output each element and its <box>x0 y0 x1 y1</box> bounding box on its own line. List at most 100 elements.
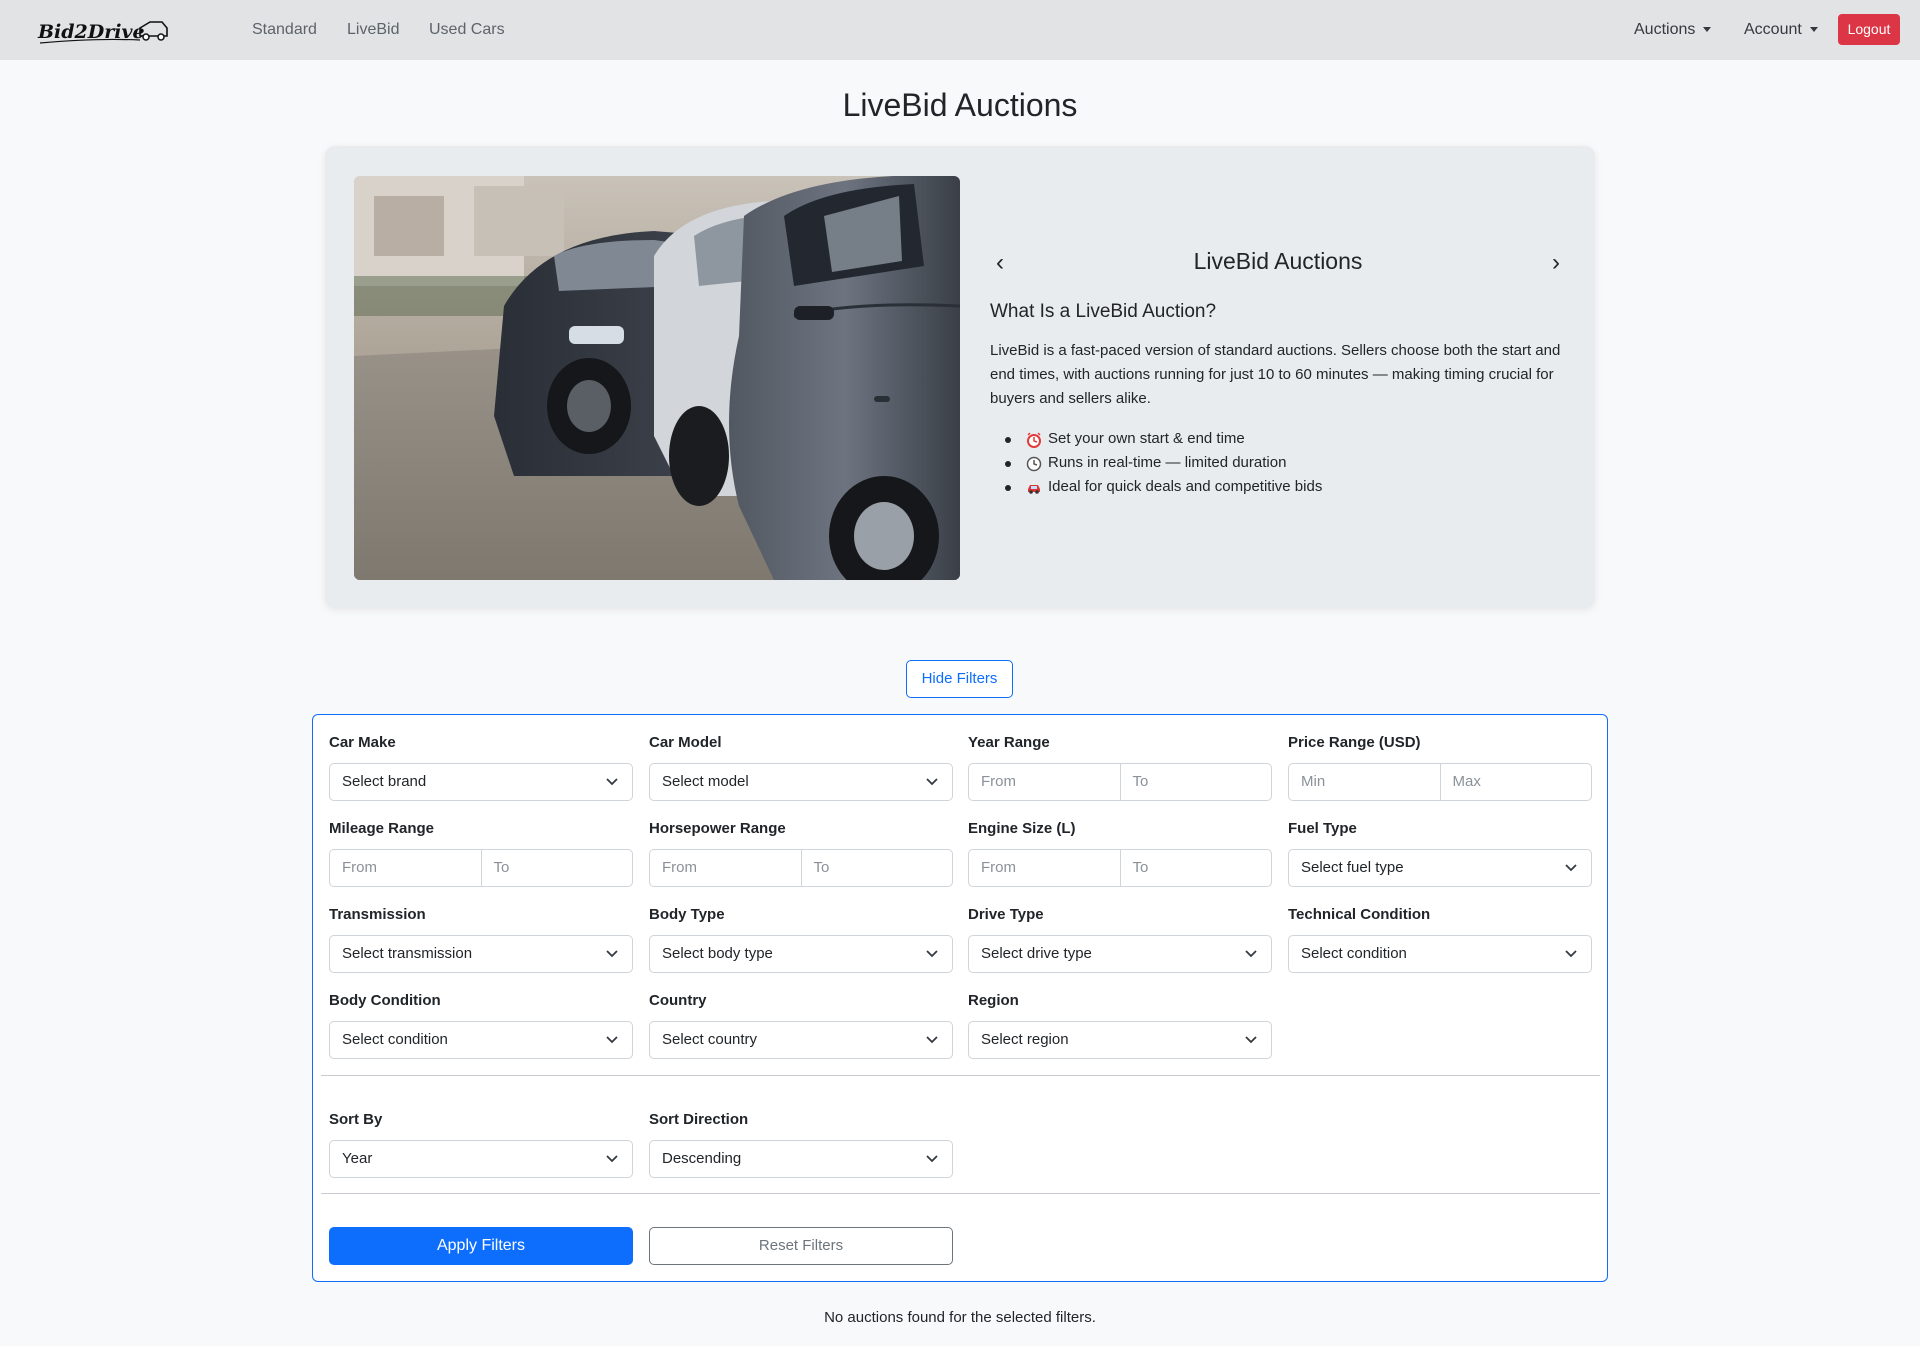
top-navbar: Bid2Drive Standard LiveBid Used Cars Auc… <box>0 0 1920 60</box>
chevron-down-icon <box>606 950 618 958</box>
engine-to-input[interactable]: To <box>1119 850 1272 886</box>
logout-button[interactable]: Logout <box>1838 14 1900 45</box>
mileage-to-input[interactable]: To <box>480 850 633 886</box>
auctions-dropdown-label: Auctions <box>1634 21 1696 38</box>
fuel-type-label: Fuel Type <box>1288 820 1357 837</box>
year-range-inputs: From To <box>968 763 1272 801</box>
country-value: Select country <box>662 1031 758 1048</box>
bid2drive-logo[interactable]: Bid2Drive <box>36 14 170 48</box>
list-item: Set your own start & end time <box>990 427 1322 451</box>
transmission-label: Transmission <box>329 906 426 923</box>
fuel-type-value: Select fuel type <box>1301 859 1404 876</box>
list-item: Runs in real-time — limited duration <box>990 451 1322 475</box>
account-dropdown[interactable]: Account <box>1744 20 1818 40</box>
caret-down-icon <box>1703 27 1712 33</box>
engine-size-label: Engine Size (L) <box>968 820 1076 837</box>
body-type-label: Body Type <box>649 906 725 923</box>
sort-by-label: Sort By <box>329 1111 383 1128</box>
year-range-label: Year Range <box>968 734 1050 751</box>
body-type-select[interactable]: Select body type <box>649 935 953 973</box>
hero-bullet-list: Set your own start & end time Runs in re… <box>990 427 1322 499</box>
chevron-down-icon <box>606 778 618 786</box>
technical-condition-select[interactable]: Select condition <box>1288 935 1592 973</box>
caret-down-icon <box>1809 27 1818 33</box>
mileage-from-input[interactable]: From <box>330 850 481 886</box>
horsepower-from-input[interactable]: From <box>650 850 801 886</box>
bullet-text: Ideal for quick deals and competitive bi… <box>1048 478 1323 495</box>
price-range-label: Price Range (USD) <box>1288 734 1421 751</box>
region-label: Region <box>968 992 1019 1009</box>
apply-filters-button[interactable]: Apply Filters <box>329 1227 633 1265</box>
country-select[interactable]: Select country <box>649 1021 953 1059</box>
bullet-text: Set your own start & end time <box>1048 430 1245 447</box>
drive-type-label: Drive Type <box>968 906 1044 923</box>
country-label: Country <box>649 992 707 1009</box>
car-model-select[interactable]: Select model <box>649 763 953 801</box>
chevron-down-icon <box>606 1155 618 1163</box>
car-make-label: Car Make <box>329 734 396 751</box>
body-condition-select[interactable]: Select condition <box>329 1021 633 1059</box>
car-icon <box>1028 485 1040 494</box>
nav-link-used-cars[interactable]: Used Cars <box>429 20 505 40</box>
chevron-down-icon <box>926 778 938 786</box>
chevron-down-icon <box>926 1036 938 1044</box>
car-make-select[interactable]: Select brand <box>329 763 633 801</box>
nav-link-standard[interactable]: Standard <box>252 20 317 40</box>
horsepower-range-label: Horsepower Range <box>649 820 786 837</box>
engine-size-inputs: From To <box>968 849 1272 887</box>
transmission-value: Select transmission <box>342 945 473 962</box>
page-title: LiveBid Auctions <box>842 87 1078 123</box>
parked-cars-image <box>354 176 960 580</box>
transmission-select[interactable]: Select transmission <box>329 935 633 973</box>
sort-by-select[interactable]: Year <box>329 1140 633 1178</box>
mileage-range-inputs: From To <box>329 849 633 887</box>
chevron-down-icon <box>606 1036 618 1044</box>
body-condition-label: Body Condition <box>329 992 441 1009</box>
engine-from-input[interactable]: From <box>969 850 1120 886</box>
drive-type-select[interactable]: Select drive type <box>968 935 1272 973</box>
year-to-input[interactable]: To <box>1119 764 1272 800</box>
drive-type-value: Select drive type <box>981 945 1092 962</box>
auctions-dropdown[interactable]: Auctions <box>1634 20 1712 40</box>
hero-description: LiveBid is a fast-paced version of stand… <box>990 342 1561 407</box>
region-value: Select region <box>981 1031 1069 1048</box>
account-dropdown-label: Account <box>1744 21 1802 38</box>
filter-divider <box>321 1193 1600 1194</box>
reset-filters-button[interactable]: Reset Filters <box>649 1227 953 1265</box>
sort-direction-select[interactable]: Descending <box>649 1140 953 1178</box>
technical-condition-label: Technical Condition <box>1288 906 1431 923</box>
sort-by-value: Year <box>342 1150 373 1167</box>
alarm-clock-icon <box>1027 432 1041 448</box>
clock-icon <box>1026 456 1042 472</box>
chevron-down-icon <box>1245 950 1257 958</box>
no-results-message: No auctions found for the selected filte… <box>824 1309 1096 1326</box>
nav-link-livebid[interactable]: LiveBid <box>347 20 399 40</box>
list-item: Ideal for quick deals and competitive bi… <box>990 475 1322 499</box>
body-condition-value: Select condition <box>342 1031 448 1048</box>
hero-heading: What Is a LiveBid Auction? <box>990 301 1217 322</box>
horsepower-range-inputs: From To <box>649 849 953 887</box>
horsepower-to-input[interactable]: To <box>800 850 953 886</box>
carousel-title: LiveBid Auctions <box>1193 248 1363 274</box>
price-min-input[interactable]: Min <box>1289 764 1440 800</box>
chevron-down-icon <box>1565 864 1577 872</box>
fuel-type-select[interactable]: Select fuel type <box>1288 849 1592 887</box>
price-range-inputs: Min Max <box>1288 763 1592 801</box>
chevron-down-icon <box>926 950 938 958</box>
filter-divider <box>321 1075 1600 1076</box>
car-make-value: Select brand <box>342 773 427 790</box>
bullet-text: Runs in real-time — limited duration <box>1048 454 1287 471</box>
body-type-value: Select body type <box>662 945 773 962</box>
sort-direction-value: Descending <box>662 1150 742 1167</box>
technical-condition-value: Select condition <box>1301 945 1407 962</box>
price-max-input[interactable]: Max <box>1439 764 1592 800</box>
mileage-range-label: Mileage Range <box>329 820 435 837</box>
chevron-down-icon <box>1245 1036 1257 1044</box>
sort-direction-label: Sort Direction <box>649 1111 749 1128</box>
chevron-down-icon <box>926 1155 938 1163</box>
hide-filters-button[interactable]: Hide Filters <box>906 660 1013 698</box>
chevron-down-icon <box>1565 950 1577 958</box>
region-select[interactable]: Select region <box>968 1021 1272 1059</box>
car-model-label: Car Model <box>649 734 722 751</box>
year-from-input[interactable]: From <box>969 764 1120 800</box>
